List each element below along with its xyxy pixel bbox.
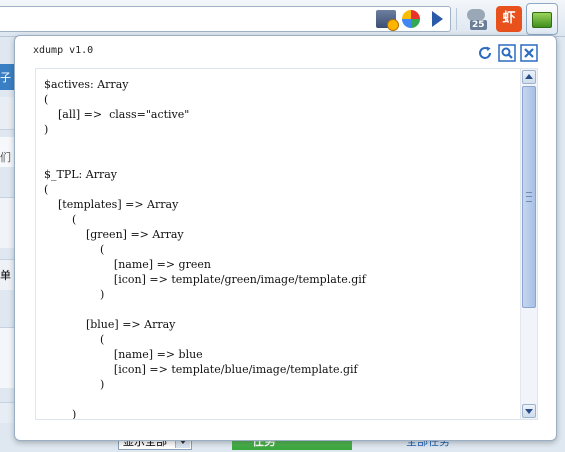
browser-toolbar: 25 虾	[0, 0, 565, 37]
code-line: [blue] => Array	[44, 318, 176, 331]
code-line: (	[44, 213, 77, 226]
code-line: (	[44, 243, 105, 256]
dump-output-text: $actives: Array ( [all] => class="active…	[44, 77, 514, 420]
code-line: [name] => blue	[44, 348, 203, 361]
code-line: )	[44, 288, 105, 301]
search-icon	[498, 44, 516, 62]
vertical-scrollbar[interactable]	[520, 69, 537, 419]
search-button[interactable]	[498, 44, 516, 62]
refresh-button[interactable]	[476, 44, 494, 62]
xdump-popup: xdump v1.0 $actives: Array ( [all] => cl…	[14, 35, 557, 441]
go-button[interactable]	[426, 10, 446, 28]
code-line: )	[44, 123, 49, 136]
weather-extension-button[interactable]: 25	[464, 6, 490, 32]
code-line: (	[44, 183, 49, 196]
toolbar-separator	[456, 8, 457, 30]
code-line: [icon] => template/green/image/template.…	[44, 273, 366, 286]
code-line: [all] => class="active"	[44, 108, 190, 121]
code-line: [templates] => Array	[44, 198, 179, 211]
close-icon	[520, 44, 538, 62]
bg-strip	[0, 97, 14, 130]
popup-title: xdump v1.0	[33, 45, 94, 56]
code-line: $actives: Array	[44, 78, 129, 91]
scrollbar-thumb[interactable]	[522, 86, 536, 308]
dump-output-panel[interactable]: $actives: Array ( [all] => class="active…	[35, 68, 538, 420]
keyboard-icon[interactable]	[376, 10, 399, 31]
bg-strip	[0, 327, 14, 388]
play-icon	[432, 11, 443, 27]
scroll-down-button[interactable]	[522, 404, 536, 418]
address-bar[interactable]	[0, 6, 451, 32]
weather-temperature: 25	[470, 20, 487, 30]
code-line: [green] => Array	[44, 228, 184, 241]
code-line: )	[44, 408, 77, 420]
security-icon[interactable]	[402, 10, 420, 28]
close-button[interactable]	[520, 44, 538, 62]
code-line: )	[44, 378, 105, 391]
xdump-icon	[532, 12, 552, 28]
refresh-icon	[479, 46, 491, 59]
bg-strip	[0, 197, 14, 248]
code-line: [icon] => template/blue/image/template.g…	[44, 363, 358, 376]
bg-char: 单	[0, 269, 11, 282]
popup-toolbar	[476, 44, 538, 62]
code-line: [name] => green	[44, 258, 211, 271]
code-line: (	[44, 333, 105, 346]
xdump-extension-button[interactable]	[526, 3, 558, 35]
grip-icon	[526, 192, 532, 202]
bg-strip	[0, 402, 14, 423]
bg-char: 们	[0, 151, 11, 164]
scroll-up-button[interactable]	[522, 70, 536, 84]
bg-char: 子	[0, 71, 11, 84]
code-line: $_TPL: Array	[44, 168, 117, 181]
address-bar-icons	[376, 9, 446, 31]
code-line: (	[44, 93, 49, 106]
shrimp-extension-button[interactable]: 虾	[496, 6, 522, 32]
